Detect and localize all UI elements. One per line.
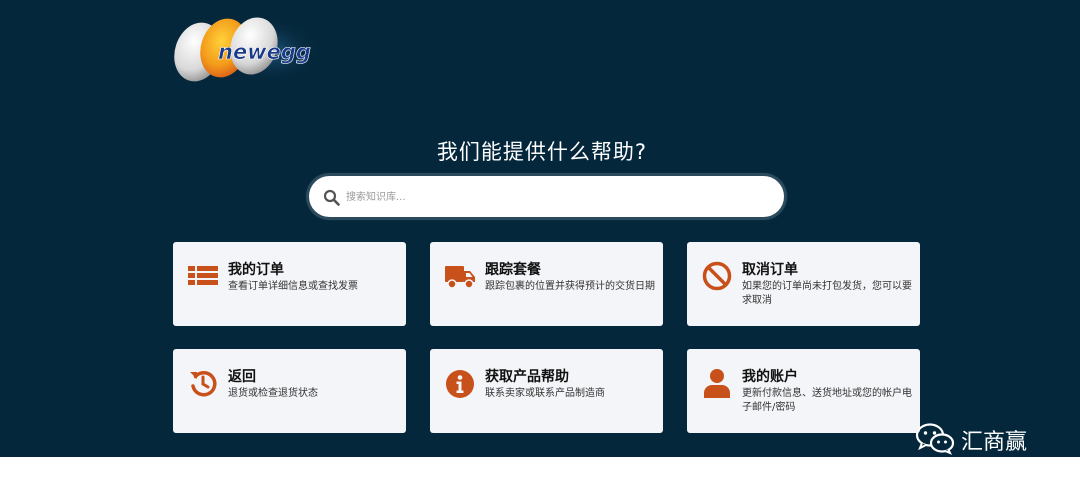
- card-title: 我的订单: [228, 262, 284, 278]
- wechat-icon: [915, 423, 955, 455]
- card-track-package[interactable]: 跟踪套餐 跟踪包裹的位置并获得预计的交货日期: [430, 242, 663, 326]
- card-description: 跟踪包裹的位置并获得预计的交货日期: [485, 281, 655, 292]
- card-title: 取消订单: [742, 262, 798, 278]
- card-my-account[interactable]: 我的账户 更新付款信息、送货地址或您的帐户电子邮件/密码: [687, 349, 920, 433]
- card-title: 获取产品帮助: [485, 369, 569, 385]
- newegg-logo[interactable]: newegg: [172, 16, 322, 86]
- return-icon: [190, 371, 217, 397]
- card-returns[interactable]: 返回 退货或检查退货状态: [173, 349, 406, 433]
- card-cancel-order[interactable]: 取消订单 如果您的订单尚未打包发货，您可以要求取消: [687, 242, 920, 326]
- card-description: 退货或检查退货状态: [228, 388, 318, 399]
- card-product-help[interactable]: 获取产品帮助 联系卖家或联系产品制造商: [430, 349, 663, 433]
- truck-icon: [445, 266, 475, 289]
- page-title: 我们能提供什么帮助?: [436, 140, 648, 164]
- cancel-icon: [702, 261, 732, 291]
- watermark: 汇商赢: [915, 420, 1055, 456]
- user-icon: [704, 369, 730, 398]
- card-title: 我的账户: [742, 369, 798, 385]
- watermark-text: 汇商赢: [961, 430, 1028, 455]
- logo-text: newegg: [218, 40, 311, 64]
- card-title: 跟踪套餐: [485, 262, 541, 278]
- card-description: 如果您的订单尚未打包发货，您可以要求取消: [742, 281, 912, 306]
- card-description: 更新付款信息、送货地址或您的帐户电子邮件/密码: [742, 388, 912, 413]
- card-description: 查看订单详细信息或查找发票: [228, 281, 358, 292]
- hero-section: newegg 我们能提供什么帮助? 我的订单 查看订单详细信息或查找发票: [0, 0, 1080, 457]
- card-title: 返回: [228, 369, 256, 385]
- search-input[interactable]: [346, 185, 766, 209]
- search-box[interactable]: [306, 173, 787, 220]
- card-description: 联系卖家或联系产品制造商: [485, 388, 605, 399]
- list-icon: [188, 266, 218, 285]
- info-icon: [446, 370, 474, 398]
- card-my-orders[interactable]: 我的订单 查看订单详细信息或查找发票: [173, 242, 406, 326]
- search-icon: [323, 189, 340, 206]
